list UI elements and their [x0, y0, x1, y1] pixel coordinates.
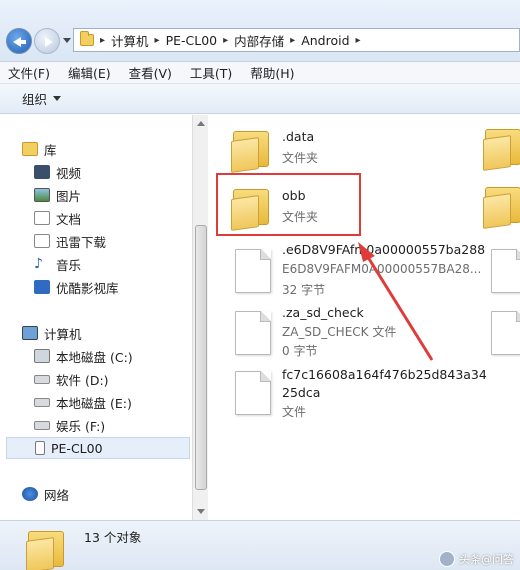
music-icon: ♪: [34, 256, 43, 272]
chevron-right-icon[interactable]: ▸: [290, 35, 295, 46]
breadcrumb-internal-storage[interactable]: 内部存储: [234, 31, 284, 50]
document-icon: [34, 211, 50, 225]
breadcrumb-computer[interactable]: 计算机: [111, 31, 149, 50]
nav-label: 娱乐 (F:): [56, 418, 106, 434]
nav-label: 文档: [56, 211, 82, 227]
folder-icon[interactable]: [481, 125, 520, 171]
navigation-pane: 库 视频 图片 文档 迅雷下载 ♪ 音乐 优酷影视库 计算机 本地磁盘 (C:)…: [0, 115, 192, 520]
chevron-right-icon[interactable]: ▸: [223, 35, 228, 46]
file-name[interactable]: .e6D8V9FAfm0a00000557ba288: [282, 242, 485, 257]
folder-icon: [80, 31, 94, 46]
nav-network[interactable]: 网络: [22, 484, 69, 504]
nav-music[interactable]: ♪ 音乐: [34, 254, 81, 274]
file-type: 文件夹: [282, 151, 319, 165]
address-bar-region: ▸ 计算机 ▸ PE-CL00 ▸ 内部存储 ▸ Android ▸: [0, 0, 520, 62]
nav-label: 本地磁盘 (E:): [56, 395, 132, 411]
library-icon: [22, 142, 38, 156]
nav-network-label: 网络: [44, 487, 70, 503]
nav-youku-library[interactable]: 优酷影视库: [34, 277, 119, 297]
breadcrumb-android[interactable]: Android: [301, 33, 349, 48]
item-count: 13 个对象: [84, 530, 142, 545]
nav-label: 图片: [56, 188, 82, 204]
scroll-down-icon[interactable]: [197, 509, 205, 514]
menu-edit[interactable]: 编辑(E): [68, 63, 111, 82]
file-name[interactable]: .za_sd_check: [282, 305, 364, 320]
nav-label: 软件 (D:): [56, 372, 109, 388]
menu-view[interactable]: 查看(V): [129, 63, 172, 82]
nav-documents[interactable]: 文档: [34, 208, 81, 228]
menu-file[interactable]: 文件(F): [8, 63, 50, 82]
nav-drive-e[interactable]: 本地磁盘 (E:): [34, 392, 132, 412]
drive-icon: [34, 374, 50, 384]
video-icon: [34, 165, 50, 179]
chevron-right-icon[interactable]: ▸: [100, 35, 105, 46]
folder-icon[interactable]: [229, 127, 273, 173]
file-icon[interactable]: [235, 249, 271, 293]
file-icon[interactable]: [491, 311, 520, 355]
nav-pictures[interactable]: 图片: [34, 185, 81, 205]
details-pane: 13 个对象 头条@问答: [0, 520, 520, 570]
file-size: 0 字节: [282, 344, 318, 358]
nav-library-label: 库: [44, 142, 57, 158]
folder-icon[interactable]: [481, 183, 520, 229]
computer-icon: [22, 326, 38, 340]
toolbar: 组织: [0, 84, 520, 114]
chevron-right-icon[interactable]: ▸: [155, 35, 160, 46]
file-type: 文件: [282, 405, 307, 419]
phone-icon: [35, 441, 45, 455]
picture-icon: [34, 188, 50, 202]
organize-button[interactable]: 组织: [22, 89, 47, 108]
file-size: 32 字节: [282, 283, 326, 297]
download-folder-icon: [34, 234, 50, 248]
drive-icon: [34, 420, 50, 430]
nav-label: 视频: [56, 165, 82, 181]
folder-icon: [24, 527, 68, 570]
nav-label: 音乐: [56, 257, 82, 273]
address-field[interactable]: ▸ 计算机 ▸ PE-CL00 ▸ 内部存储 ▸ Android ▸: [73, 28, 520, 52]
watermark: 头条@问答: [439, 551, 514, 567]
file-name-continued[interactable]: 25dca: [282, 385, 320, 400]
scroll-thumb[interactable]: [195, 225, 207, 490]
nav-device-pe-cl00[interactable]: PE-CL00: [6, 437, 190, 459]
watermark-text: 头条@问答: [459, 553, 514, 566]
nav-label: PE-CL00: [51, 440, 103, 456]
nav-videos[interactable]: 视频: [34, 162, 81, 182]
file-icon[interactable]: [235, 311, 271, 355]
menu-tools[interactable]: 工具(T): [190, 63, 232, 82]
chevron-down-icon[interactable]: [53, 96, 62, 101]
recent-pages-dropdown[interactable]: [63, 38, 71, 43]
nav-computer-label: 计算机: [44, 326, 82, 342]
system-drive-icon: [34, 349, 50, 363]
nav-drive-d[interactable]: 软件 (D:): [34, 369, 109, 389]
forward-button[interactable]: [34, 28, 60, 54]
menu-help[interactable]: 帮助(H): [250, 63, 294, 82]
media-library-icon: [34, 280, 50, 294]
nav-drive-c[interactable]: 本地磁盘 (C:): [34, 346, 133, 366]
nav-library[interactable]: 库: [22, 139, 57, 159]
menu-bar: 文件(F) 编辑(E) 查看(V) 工具(T) 帮助(H): [0, 62, 520, 84]
breadcrumb-device[interactable]: PE-CL00: [166, 33, 218, 48]
drive-icon: [34, 397, 50, 407]
scroll-up-icon[interactable]: [197, 121, 205, 126]
nav-label: 优酷影视库: [56, 280, 119, 296]
nav-scrollbar[interactable]: [192, 115, 208, 520]
nav-label: 本地磁盘 (C:): [56, 349, 133, 365]
file-name[interactable]: .data: [282, 129, 314, 144]
file-type: ZA_SD_CHECK 文件: [282, 325, 397, 339]
nav-computer[interactable]: 计算机: [22, 323, 82, 343]
file-type: E6D8V9FAFM0A00000557BA28...: [282, 262, 482, 276]
nav-label: 迅雷下载: [56, 234, 107, 250]
highlight-box: [216, 173, 361, 236]
file-icon[interactable]: [235, 371, 271, 415]
file-name[interactable]: fc7c16608a164f476b25d843a34: [282, 367, 487, 382]
network-icon: [22, 487, 38, 501]
back-button[interactable]: [6, 28, 32, 54]
chevron-right-icon[interactable]: ▸: [356, 35, 361, 46]
nav-drive-f[interactable]: 娱乐 (F:): [34, 415, 105, 435]
nav-thunder-downloads[interactable]: 迅雷下载: [34, 231, 106, 251]
file-icon[interactable]: [491, 249, 520, 293]
watermark-logo-icon: [439, 551, 455, 567]
